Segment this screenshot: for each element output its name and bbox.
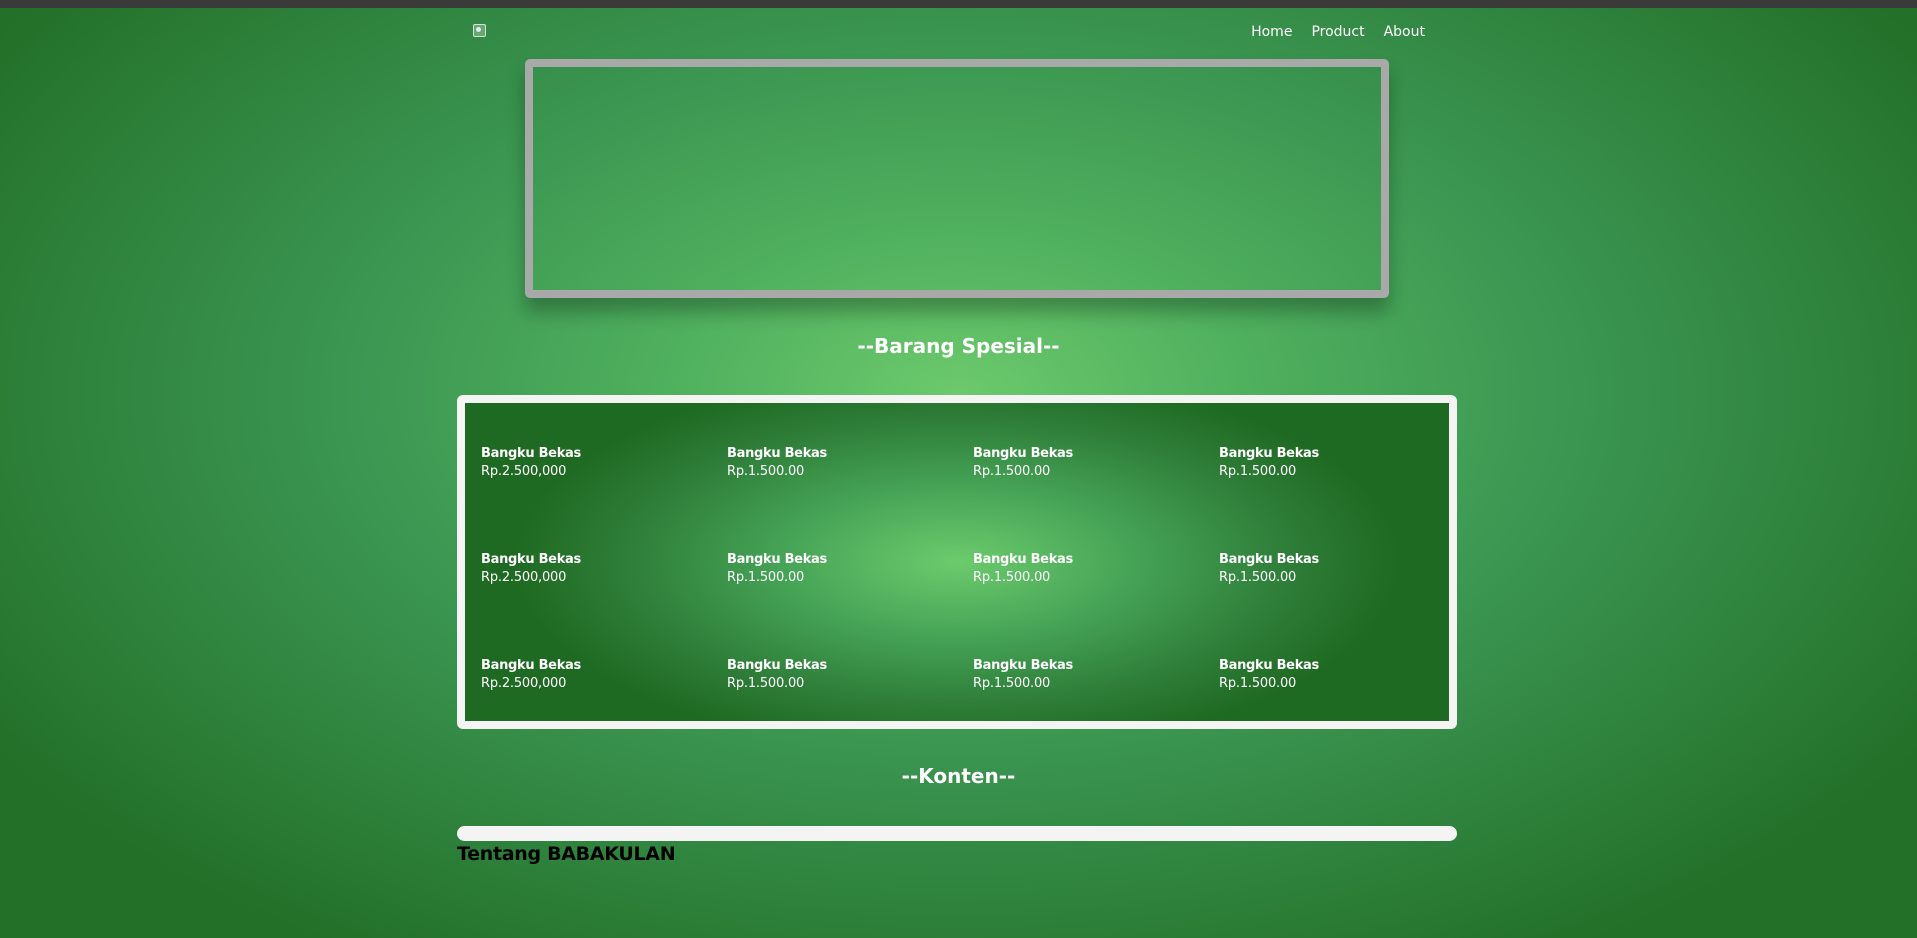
logo-broken-image-icon[interactable] <box>473 24 486 37</box>
content-bar <box>457 826 1457 841</box>
nav-about-link[interactable]: About <box>1384 24 1425 40</box>
product-card[interactable]: Bangku Bekas Rp.1.500.00 <box>727 445 947 481</box>
product-card[interactable]: Bangku Bekas Rp.1.500.00 <box>727 551 947 587</box>
browser-top-strip <box>0 0 1917 8</box>
product-card[interactable]: Bangku Bekas Rp.2.500,000 <box>481 657 701 693</box>
special-items-title: --Barang Spesial-- <box>857 334 1060 358</box>
product-name: Bangku Bekas <box>727 552 827 567</box>
product-price: Rp.1.500.00 <box>973 676 1051 691</box>
product-card[interactable]: Bangku Bekas Rp.1.500.00 <box>1219 445 1439 481</box>
product-price: Rp.2.500,000 <box>481 570 567 585</box>
product-price: Rp.1.500.00 <box>1219 464 1297 479</box>
product-grid: Bangku Bekas Rp.2.500,000 Bangku Bekas Rp.1… <box>465 403 1449 721</box>
product-card[interactable]: Bangku Bekas Rp.1.500.00 <box>973 551 1193 587</box>
product-price: Rp.1.500.00 <box>1219 676 1297 691</box>
main-nav: Home Product About <box>1251 24 1425 40</box>
product-card[interactable]: Bangku Bekas Rp.1.500.00 <box>1219 657 1439 693</box>
product-price: Rp.1.500.00 <box>973 570 1051 585</box>
product-name: Bangku Bekas <box>973 446 1073 461</box>
about-heading: Tentang BABAKULAN <box>457 843 676 865</box>
product-card[interactable]: Bangku Bekas Rp.2.500,000 <box>481 551 701 587</box>
special-products-panel: Bangku Bekas Rp.2.500,000 Bangku Bekas Rp.1… <box>457 395 1457 729</box>
product-price: Rp.2.500,000 <box>481 676 567 691</box>
content-title: --Konten-- <box>901 764 1016 788</box>
product-card[interactable]: Bangku Bekas Rp.1.500.00 <box>1219 551 1439 587</box>
product-name: Bangku Bekas <box>481 552 581 567</box>
product-name: Bangku Bekas <box>727 446 827 461</box>
product-price: Rp.1.500.00 <box>1219 570 1297 585</box>
product-name: Bangku Bekas <box>1219 658 1319 673</box>
product-card[interactable]: Bangku Bekas Rp.1.500.00 <box>973 445 1193 481</box>
product-name: Bangku Bekas <box>727 658 827 673</box>
hero-banner-frame <box>525 59 1389 298</box>
product-price: Rp.1.500.00 <box>973 464 1051 479</box>
broken-image-icon <box>473 24 486 37</box>
product-card[interactable]: Bangku Bekas Rp.1.500.00 <box>973 657 1193 693</box>
product-card[interactable]: Bangku Bekas Rp.1.500.00 <box>727 657 947 693</box>
product-price: Rp.1.500.00 <box>727 676 805 691</box>
product-card[interactable]: Bangku Bekas Rp.2.500,000 <box>481 445 701 481</box>
product-name: Bangku Bekas <box>1219 446 1319 461</box>
product-name: Bangku Bekas <box>973 552 1073 567</box>
product-name: Bangku Bekas <box>481 446 581 461</box>
product-name: Bangku Bekas <box>1219 552 1319 567</box>
product-price: Rp.2.500,000 <box>481 464 567 479</box>
nav-product-link[interactable]: Product <box>1311 24 1364 40</box>
product-name: Bangku Bekas <box>481 658 581 673</box>
nav-home-link[interactable]: Home <box>1251 24 1292 40</box>
product-price: Rp.1.500.00 <box>727 464 805 479</box>
product-name: Bangku Bekas <box>973 658 1073 673</box>
product-price: Rp.1.500.00 <box>727 570 805 585</box>
